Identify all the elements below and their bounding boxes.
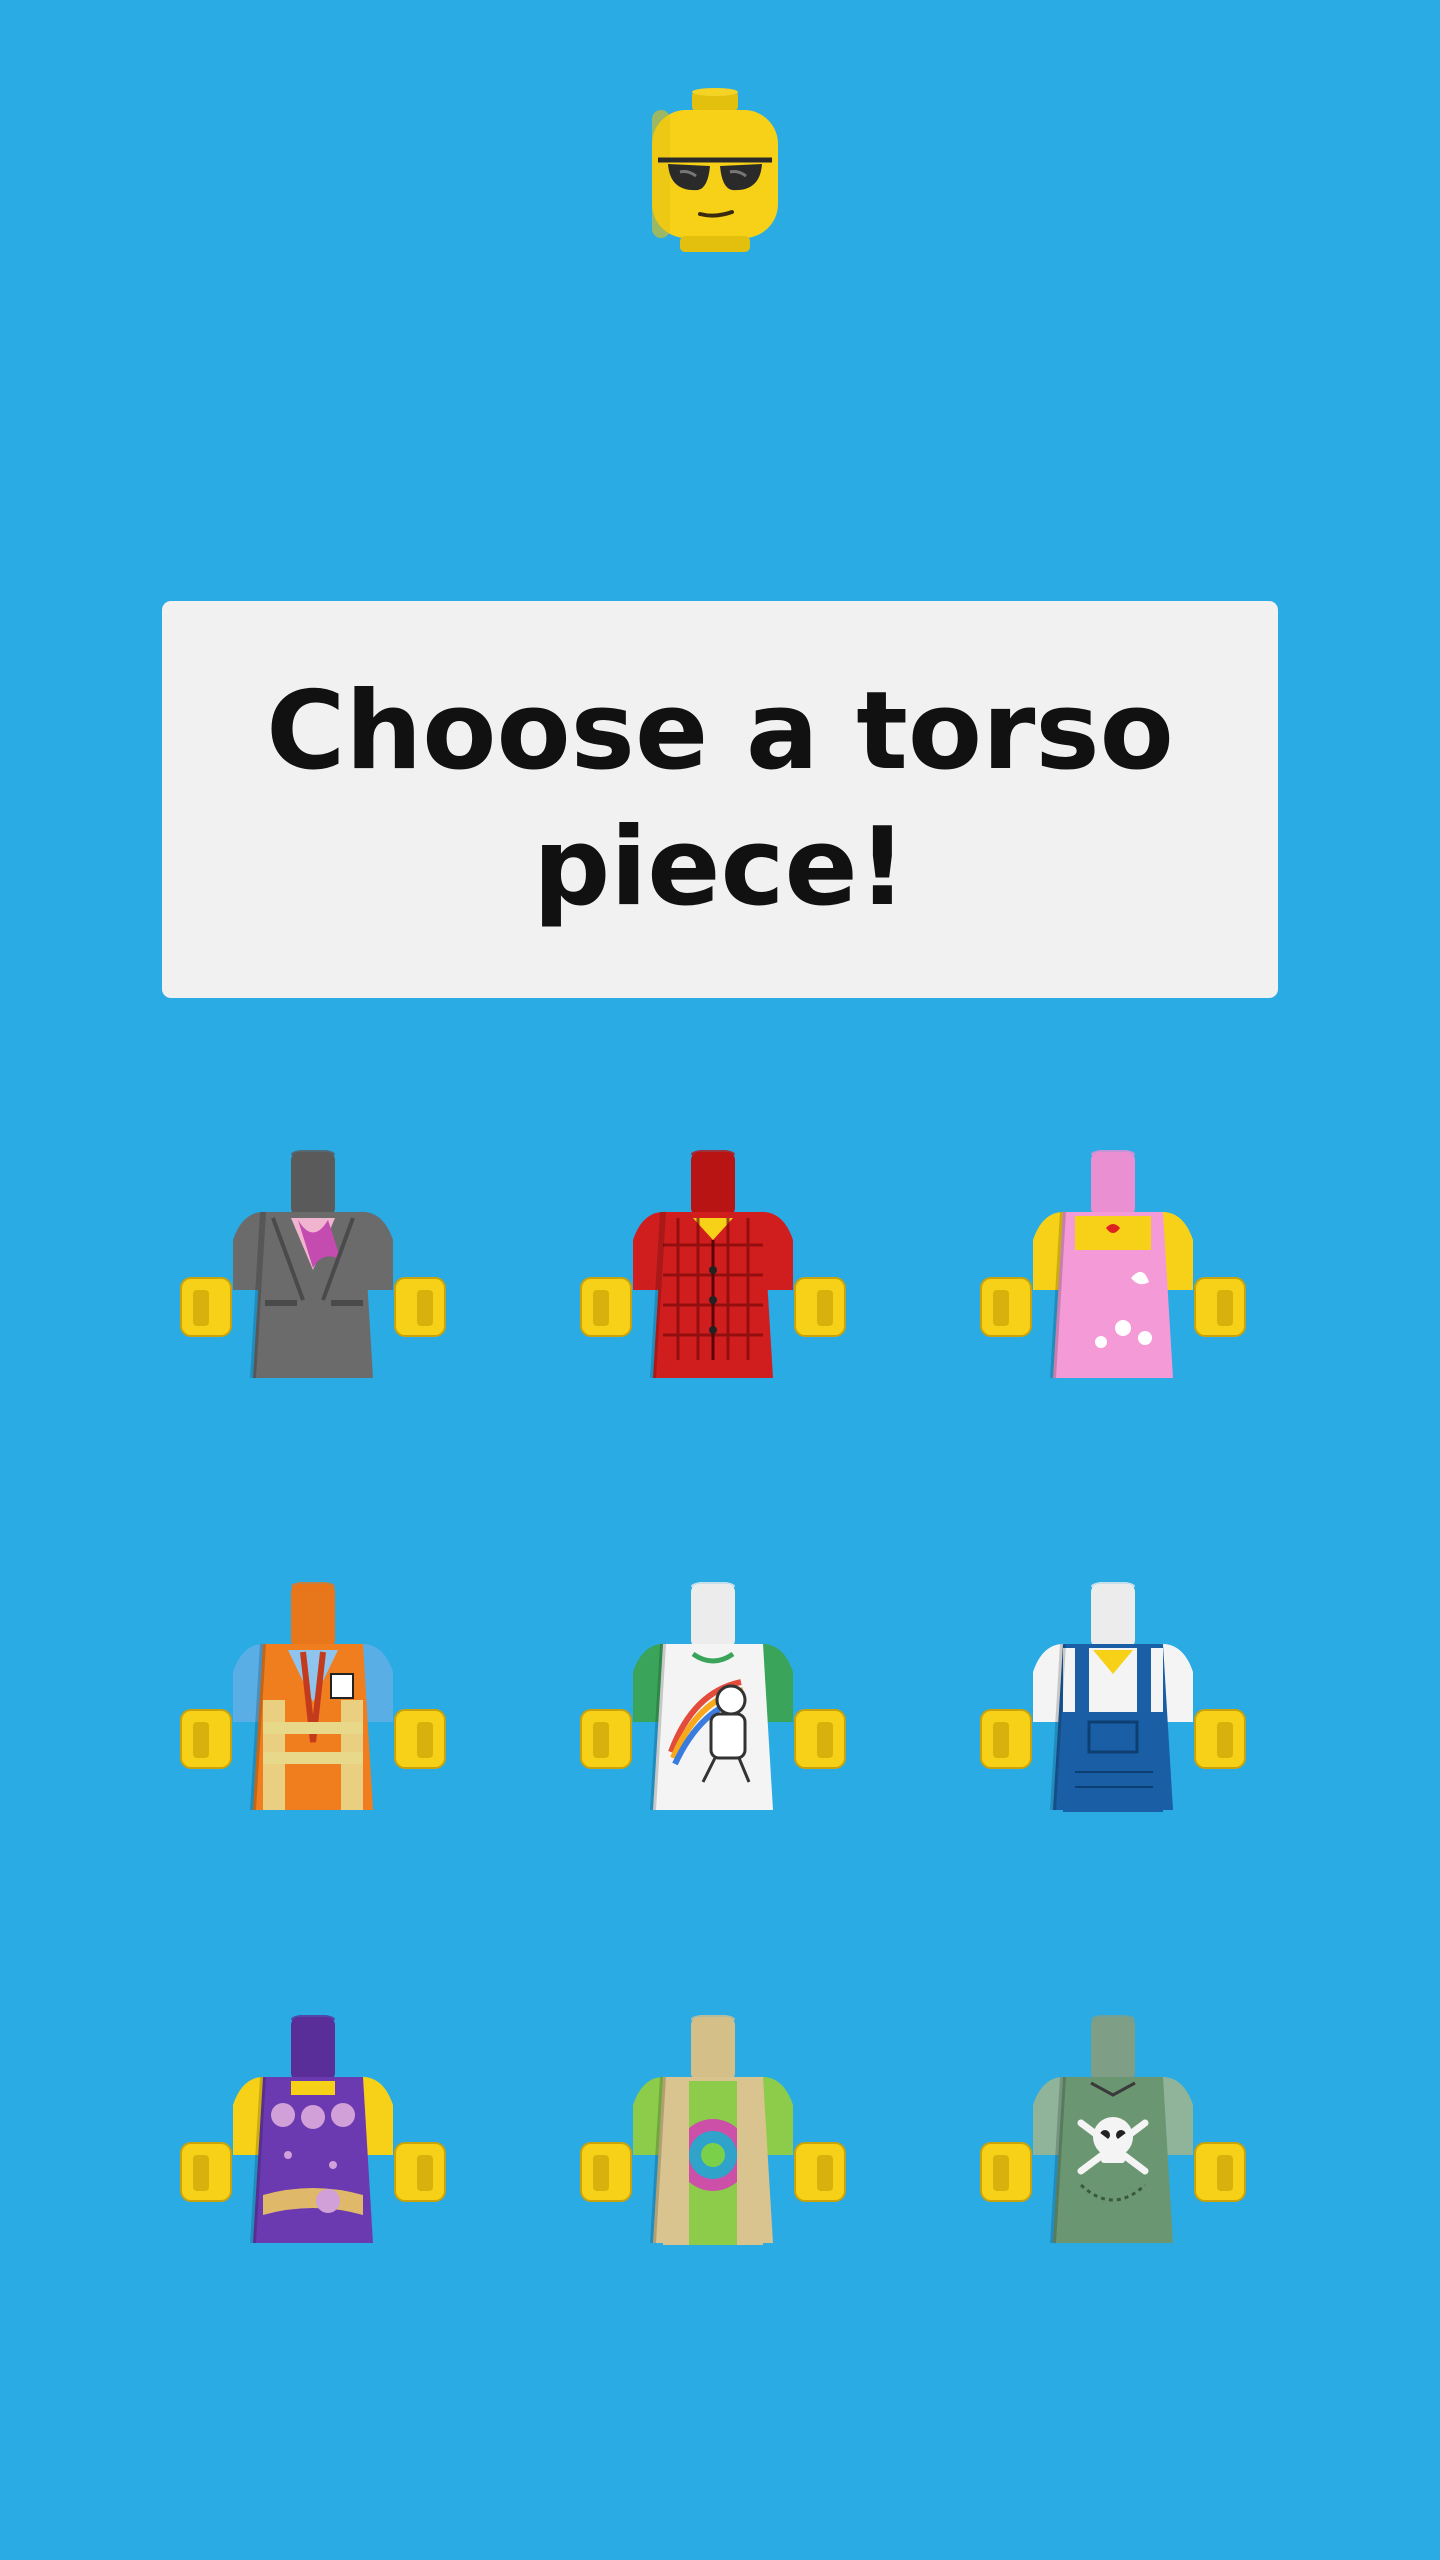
torso-option-orange-safety-vest[interactable] — [163, 1582, 463, 1812]
torso-option-pink-butterfly-dress[interactable] — [963, 1150, 1263, 1380]
grey-suit-torso-icon — [163, 1150, 463, 1380]
pink-dress-torso-icon — [963, 1150, 1263, 1380]
minifig-head-icon — [640, 88, 790, 258]
skull-overalls-torso-icon — [963, 2015, 1263, 2245]
torso-option-tan-tie-dye-vest[interactable] — [563, 2015, 863, 2245]
astronaut-tee-torso-icon — [563, 1582, 863, 1812]
overalls-torso-icon — [963, 1582, 1263, 1812]
safety-vest-torso-icon — [163, 1582, 463, 1812]
torso-option-sand-green-skull[interactable] — [963, 2015, 1263, 2245]
torso-option-blue-overalls[interactable] — [963, 1582, 1263, 1812]
torso-option-purple-floral-top[interactable] — [163, 2015, 463, 2245]
torso-option-grey-business-suit[interactable] — [163, 1150, 463, 1380]
floral-top-torso-icon — [163, 2015, 463, 2245]
tie-dye-vest-torso-icon — [563, 2015, 863, 2245]
prompt-title: Choose a torso piece! — [266, 668, 1174, 930]
torso-option-white-astronaut-tee[interactable] — [563, 1582, 863, 1812]
prompt-card: Choose a torso piece! — [162, 601, 1278, 998]
torso-option-red-plaid-shirt[interactable] — [563, 1150, 863, 1380]
red-plaid-torso-icon — [563, 1150, 863, 1380]
